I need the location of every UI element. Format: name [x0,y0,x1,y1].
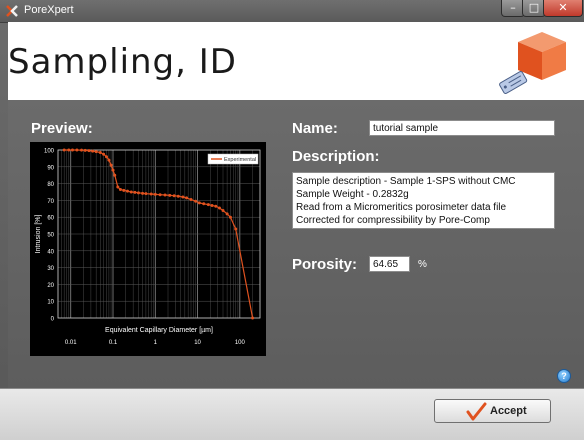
name-label: Name: [292,120,338,137]
data-point [70,148,74,152]
y-tick-label: 20 [47,283,54,289]
help-icon[interactable]: ? [557,369,571,383]
data-point [176,194,180,198]
accept-button-label: Accept [490,405,527,417]
y-tick-label: 10 [47,300,54,306]
data-point [122,188,126,192]
data-point [111,168,115,172]
y-tick-label: 80 [47,182,54,188]
data-point [91,149,95,153]
header-banner: Sampling, ID [8,22,584,100]
x-tick-label: 10 [194,340,201,346]
data-point [113,173,117,177]
data-point [141,191,145,195]
data-point [197,201,201,205]
data-point [133,190,137,194]
data-point [144,192,148,196]
data-point [181,195,185,199]
description-line: Corrected for compressibility by Pore-Co… [296,215,490,226]
data-point [149,192,153,196]
data-point [185,196,189,200]
y-tick-label: 100 [44,149,55,155]
data-point [206,203,210,207]
title-bar[interactable]: PoreXpert – □ ✕ [0,0,584,23]
data-point [153,192,157,196]
description-line: Read from a Micromeritics porosimeter da… [296,202,507,213]
data-point [225,212,229,216]
accept-button[interactable]: Accept [434,399,551,423]
data-point [94,150,98,154]
y-tick-label: 90 [47,165,54,171]
data-point [234,227,238,231]
description-line: Sample description - Sample 1-SPS withou… [296,176,516,187]
y-tick-label: 50 [47,233,54,239]
data-point [98,151,102,155]
data-point [168,193,172,197]
close-button[interactable]: ✕ [543,0,583,17]
x-tick-label: 0.1 [109,340,118,346]
data-point [221,208,225,212]
description-textarea[interactable]: Sample description - Sample 1-SPS withou… [292,172,555,229]
data-point [163,193,167,197]
legend-label: Experimental [224,157,256,163]
x-tick-label: 1 [154,340,158,346]
cube-tag-icon [499,32,566,94]
data-point [194,199,198,203]
data-point [158,193,162,197]
data-point [80,148,84,152]
data-point [125,189,129,193]
data-point [118,187,122,191]
data-point [129,190,133,194]
data-point [62,148,66,152]
description-line: Sample Weight - 0.2832g [296,189,409,200]
data-point [116,185,120,189]
data-point [102,152,106,156]
data-point [251,316,255,320]
x-axis-label: Equivalent Capillary Diameter [µm] [105,327,213,334]
data-point [87,149,91,153]
data-point [214,204,218,208]
y-tick-label: 0 [51,317,55,323]
data-point [228,215,232,219]
window-title: PoreXpert [24,4,74,16]
porexpert-app-icon [6,5,18,17]
data-point [217,206,221,210]
porosity-unit: % [418,259,427,270]
porosity-label: Porosity: [292,256,358,273]
page-title: Sampling, ID [8,42,237,82]
x-tick-label: 0.01 [65,340,77,346]
data-point [83,148,87,152]
preview-label: Preview: [31,120,93,137]
y-axis-label: Intrusion [%] [35,214,42,253]
data-point [107,158,111,162]
porosity-input[interactable]: 64.65 [369,256,410,272]
data-point [210,203,214,207]
checkmark-icon [466,402,487,421]
y-tick-label: 60 [47,216,54,222]
app-window: PoreXpert – □ ✕ Sampling, ID Preview: 0 1… [0,0,584,440]
x-tick-label: 100 [235,340,246,346]
data-point [109,163,113,167]
data-point [104,155,108,159]
data-point [172,194,176,198]
data-point [202,202,206,206]
data-point [75,148,79,152]
data-point [189,198,193,202]
data-point [136,191,140,195]
y-tick-label: 40 [47,249,54,255]
name-input[interactable]: tutorial sample [369,120,555,136]
y-tick-label: 70 [47,199,54,205]
description-label: Description: [292,148,380,165]
intrusion-chart: 0 10 20 30 40 50 60 70 80 90 100 0.01 0.1 1 10 100 Equiv… [30,142,266,356]
y-tick-label: 30 [47,266,54,272]
data-point [67,148,71,152]
